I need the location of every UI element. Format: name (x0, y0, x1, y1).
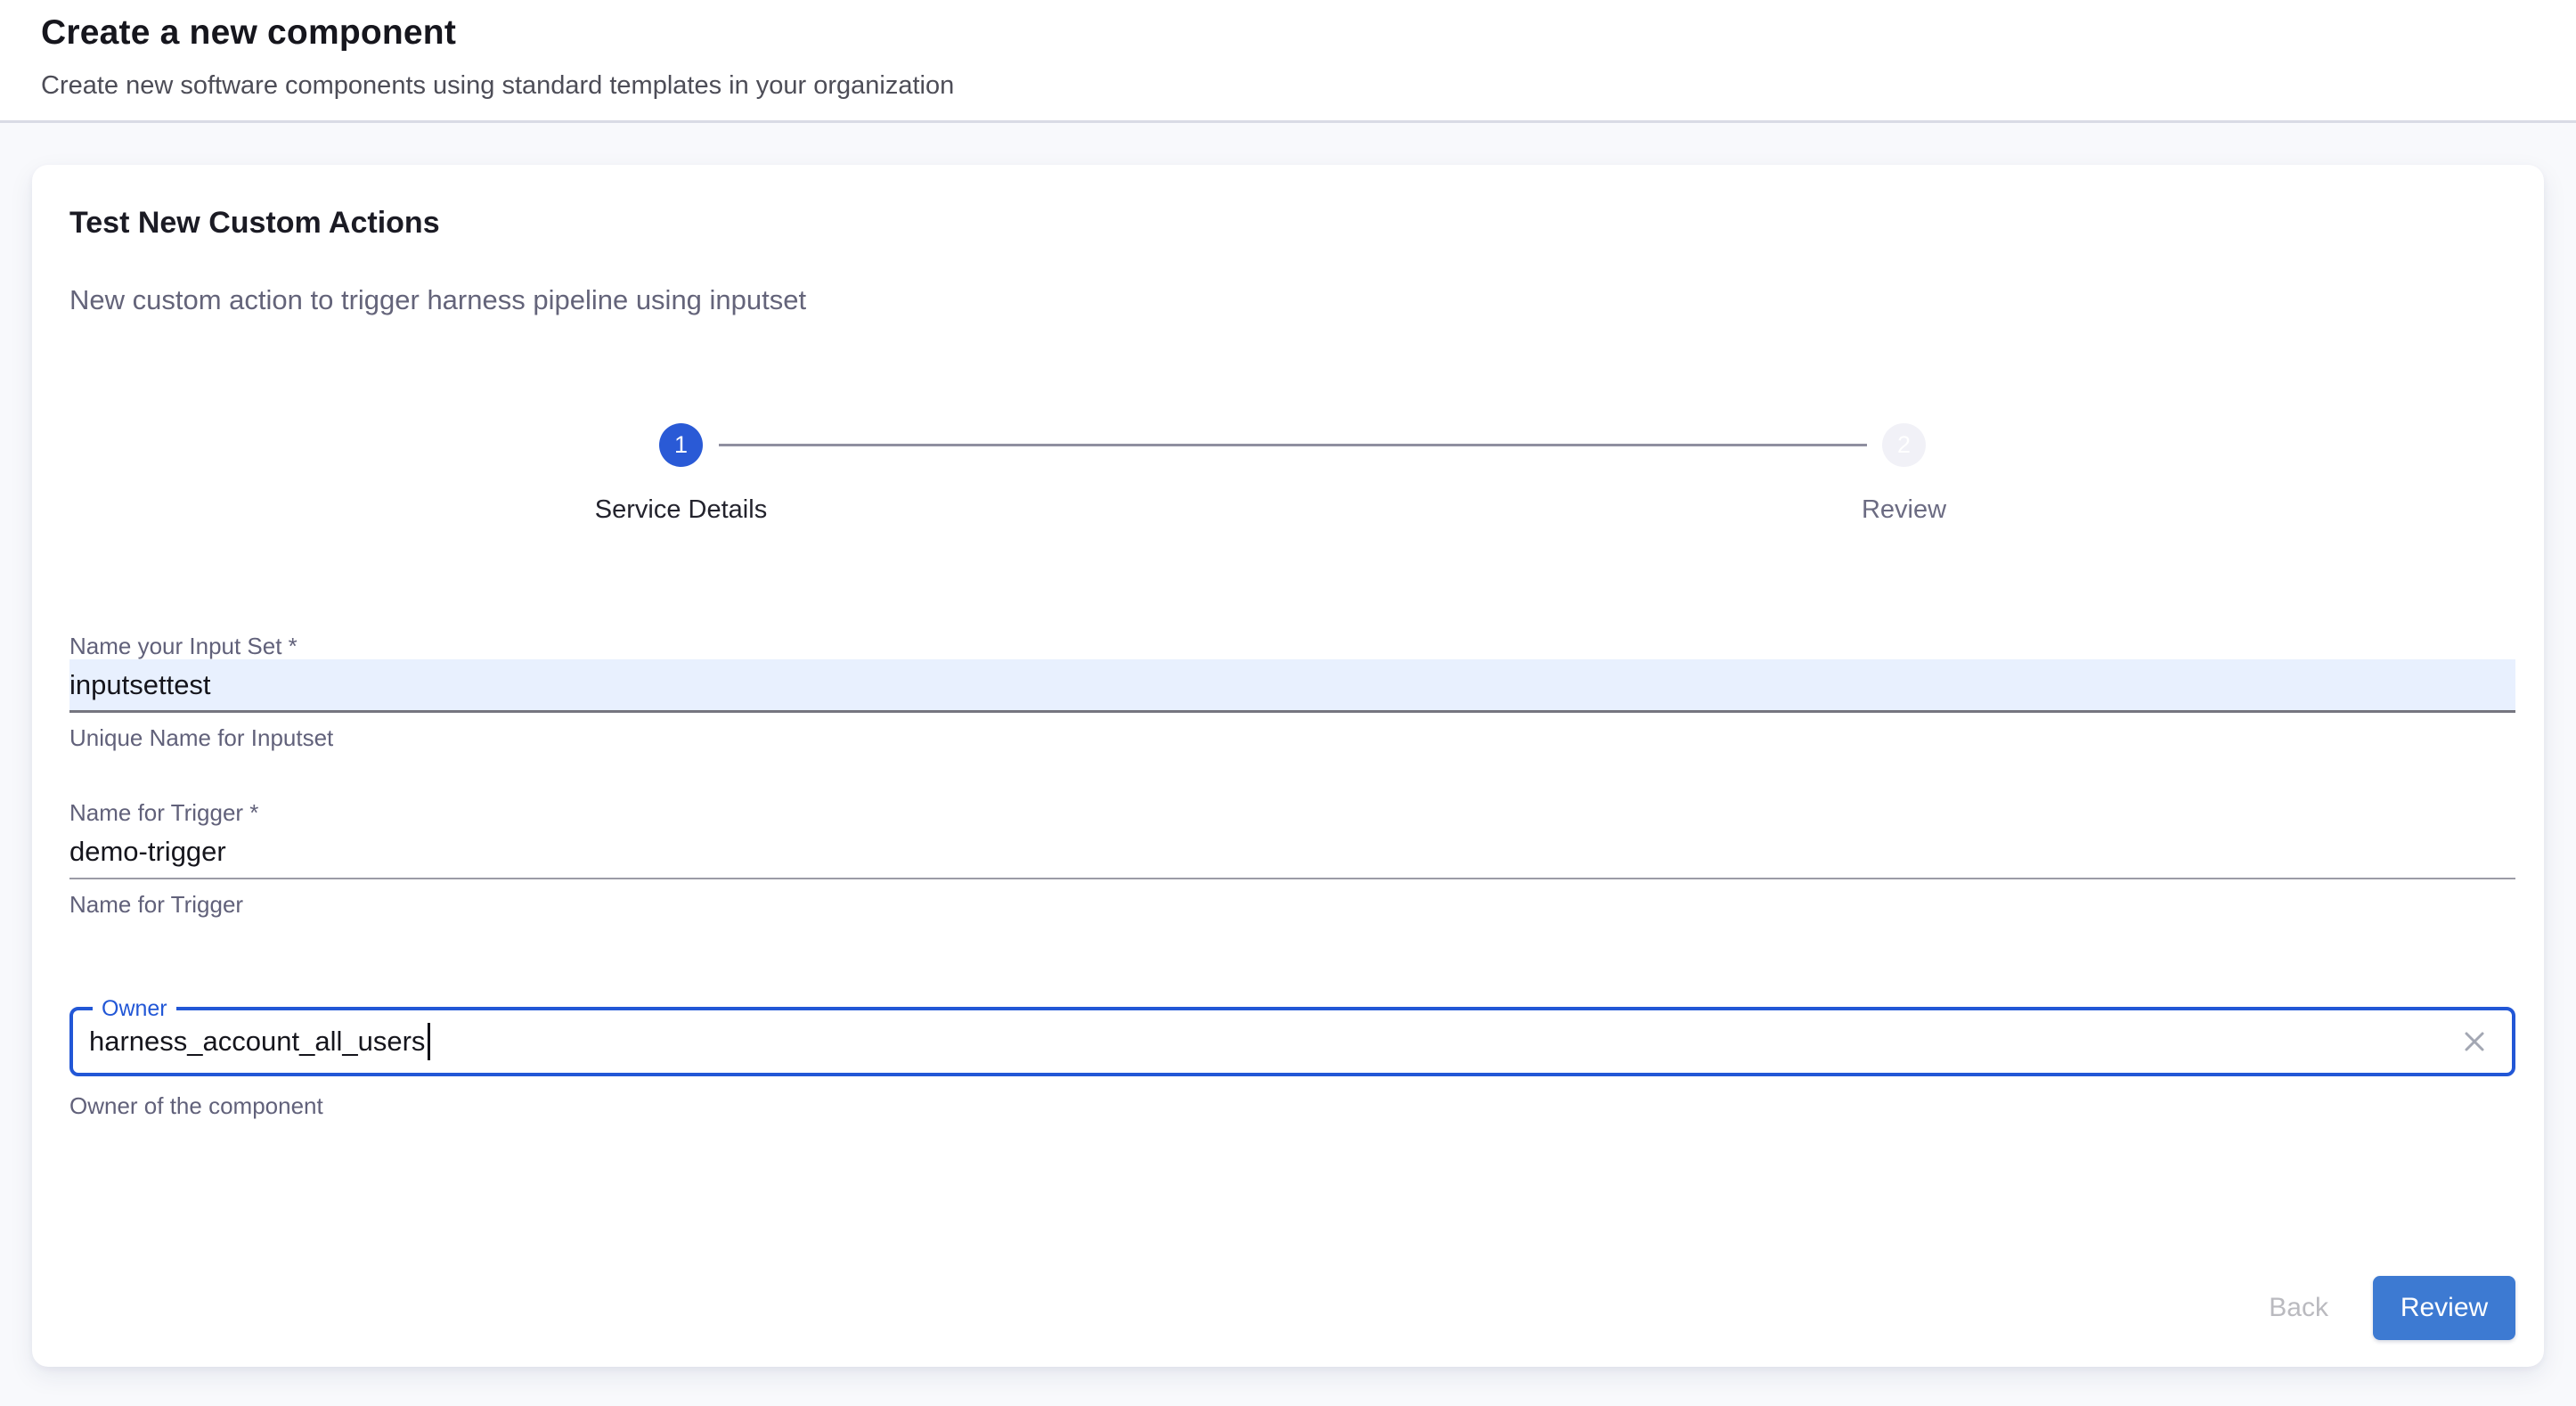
owner-input[interactable]: Owner harness_account_all_users (69, 1007, 2515, 1076)
step-service-details: 1 Service Details (69, 423, 1292, 526)
input-set-field: Name your Input Set * Unique Name for In… (69, 633, 2515, 751)
step-review: 2 Review (1292, 423, 2515, 526)
step-1-label: Service Details (595, 494, 767, 526)
owner-helper: Owner of the component (69, 1092, 2515, 1119)
step-2-label: Review (1862, 494, 1946, 526)
owner-label: Owner (93, 995, 176, 1022)
trigger-label: Name for Trigger * (69, 799, 2515, 826)
content-area: Test New Custom Actions New custom actio… (0, 123, 2576, 1367)
back-button[interactable]: Back (2244, 1276, 2353, 1340)
page-title: Create a new component (41, 12, 2535, 53)
actions-bar: Back Review (2244, 1276, 2515, 1340)
trigger-field: Name for Trigger * Name for Trigger (69, 799, 2515, 918)
trigger-input[interactable] (69, 826, 2515, 879)
step-connector (719, 444, 1867, 446)
input-set-input[interactable] (69, 659, 2515, 713)
page-subtitle: Create new software components using sta… (41, 69, 2535, 102)
review-button[interactable]: Review (2373, 1276, 2515, 1340)
text-cursor (428, 1023, 430, 1060)
step-1-icon: 1 (659, 423, 703, 467)
x-icon (2458, 1026, 2490, 1058)
stepper: 1 Service Details 2 Review (69, 423, 2515, 526)
trigger-helper: Name for Trigger (69, 891, 2515, 918)
owner-field: Owner harness_account_all_users Owner of… (69, 1007, 2515, 1119)
step-2-icon: 2 (1882, 423, 1926, 467)
input-set-helper: Unique Name for Inputset (69, 724, 2515, 751)
owner-value: harness_account_all_users (89, 1026, 425, 1058)
template-title: Test New Custom Actions (69, 202, 2515, 243)
template-description: New custom action to trigger harness pip… (69, 282, 2515, 318)
input-set-label: Name your Input Set * (69, 633, 2515, 659)
page-header: Create a new component Create new softwa… (0, 0, 2576, 123)
clear-owner-button[interactable] (2455, 1022, 2494, 1061)
template-card: Test New Custom Actions New custom actio… (32, 165, 2544, 1367)
